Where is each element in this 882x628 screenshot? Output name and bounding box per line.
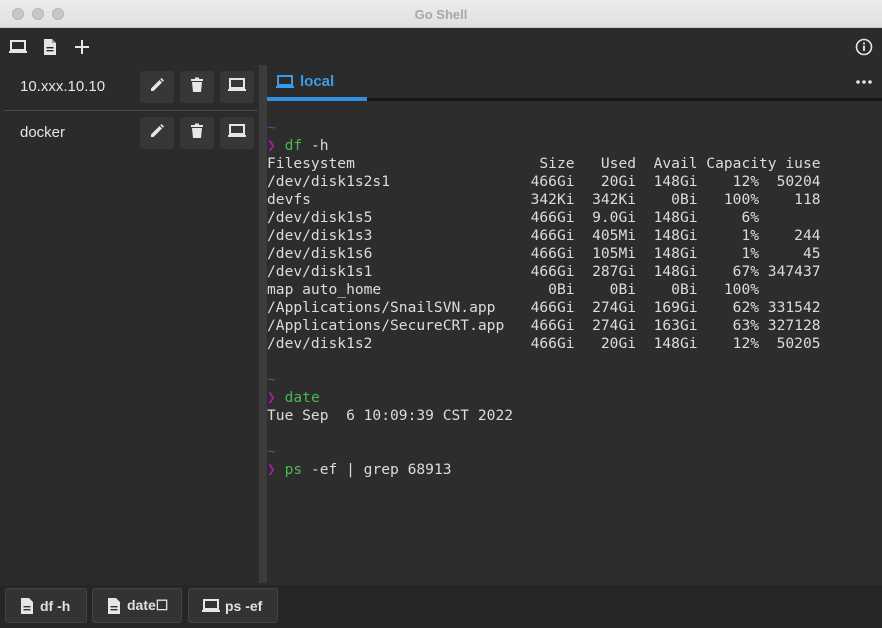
command-line: ❯ ps -ef | grep 68913 xyxy=(267,461,452,479)
tab-bar: local xyxy=(267,65,882,101)
tab-label: local xyxy=(300,73,335,90)
host-item[interactable]: 10.xxx.10.10 xyxy=(4,65,258,109)
toolbar xyxy=(0,28,882,65)
edit-host-button[interactable] xyxy=(140,117,174,149)
output-line: devfs 342Ki 342Ki 0Bi 100% 118 xyxy=(267,191,821,208)
shortcut-label: df -h xyxy=(40,597,71,614)
shortcut-df-button[interactable]: df -h xyxy=(5,588,87,623)
command-line: ❯ date xyxy=(267,389,320,407)
pane-splitter[interactable] xyxy=(259,65,267,583)
prompt-path-line: ~ xyxy=(267,119,276,137)
host-name: 10.xxx.10.10 xyxy=(20,78,106,95)
output-line: /dev/disk1s5 466Gi 9.0Gi 148Gi 6% xyxy=(267,209,760,226)
prompt-symbol: ❯ xyxy=(267,137,276,154)
host-name: docker xyxy=(20,124,66,141)
document-icon[interactable] xyxy=(40,37,60,57)
output-line: /dev/disk1s2s1 466Gi 20Gi 148Gi 12% 5020… xyxy=(267,173,821,190)
prompt-path-line: ~ xyxy=(267,443,276,461)
output-line: Filesystem Size Used Avail Capacity iuse xyxy=(267,155,821,172)
output-line: /Applications/SecureCRT.app 466Gi 274Gi … xyxy=(267,317,821,334)
command-shortcuts-bar: df -h date☐ ps -ef xyxy=(0,585,882,628)
output-line: map auto_home 0Bi 0Bi 0Bi 100% xyxy=(267,281,760,298)
trash-icon xyxy=(190,77,204,98)
trash-icon xyxy=(190,123,204,144)
laptop-icon xyxy=(227,77,247,98)
shortcut-ps-button[interactable]: ps -ef xyxy=(188,588,278,623)
more-options-icon[interactable] xyxy=(854,75,874,87)
prompt-symbol: ❯ xyxy=(267,389,276,406)
command-name: df xyxy=(284,137,303,154)
output-line: /Applications/SnailSVN.app 466Gi 274Gi 1… xyxy=(267,299,821,316)
prompt-path: ~ xyxy=(267,371,276,388)
window-title: Go Shell xyxy=(414,7,468,22)
info-icon[interactable] xyxy=(854,37,874,57)
shortcut-date-button[interactable]: date☐ xyxy=(92,588,182,623)
output-line: Tue Sep 6 10:09:39 CST 2022 xyxy=(267,407,514,424)
laptop-icon xyxy=(227,123,247,144)
delete-host-button[interactable] xyxy=(180,71,214,103)
pencil-icon xyxy=(149,77,165,98)
prompt-path-line: ~ xyxy=(267,371,276,389)
output-line: /dev/disk1s2 466Gi 20Gi 148Gi 12% 50205 xyxy=(267,335,821,352)
connect-host-button[interactable] xyxy=(220,117,254,149)
shortcut-label: date☐ xyxy=(127,597,169,613)
document-icon xyxy=(20,597,34,615)
laptop-icon xyxy=(275,74,295,95)
command-name: date xyxy=(284,389,320,406)
laptop-icon xyxy=(201,598,221,614)
output-line: /dev/disk1s1 466Gi 287Gi 148Gi 67% 34743… xyxy=(267,263,821,280)
output-line: /dev/disk1s3 466Gi 405Mi 148Gi 1% 244 xyxy=(267,227,821,244)
document-icon xyxy=(107,597,121,615)
title-bar: Go Shell xyxy=(0,0,882,28)
shortcut-label: ps -ef xyxy=(225,597,263,614)
host-sidebar: 10.xxx.10.10 docker xyxy=(0,65,258,585)
command-args: -ef | grep 68913 xyxy=(302,461,452,478)
pencil-icon xyxy=(149,123,165,144)
command-args: -h xyxy=(302,137,329,154)
terminal-output[interactable]: ~ ❯ df -h Filesystem Size Used Avail Capac… xyxy=(267,101,882,585)
tab-local[interactable]: local xyxy=(267,65,367,101)
plus-icon[interactable] xyxy=(72,37,92,57)
prompt-path: ~ xyxy=(267,443,276,460)
command-name: ps xyxy=(284,461,303,478)
output-line: /dev/disk1s6 466Gi 105Mi 148Gi 1% 45 xyxy=(267,245,821,262)
prompt-symbol: ❯ xyxy=(267,461,276,478)
laptop-icon[interactable] xyxy=(8,37,28,57)
connect-host-button[interactable] xyxy=(220,71,254,103)
command-line: ❯ df -h xyxy=(267,137,329,155)
prompt-path: ~ xyxy=(267,119,276,136)
host-item[interactable]: docker xyxy=(4,111,258,155)
edit-host-button[interactable] xyxy=(140,71,174,103)
delete-host-button[interactable] xyxy=(180,117,214,149)
